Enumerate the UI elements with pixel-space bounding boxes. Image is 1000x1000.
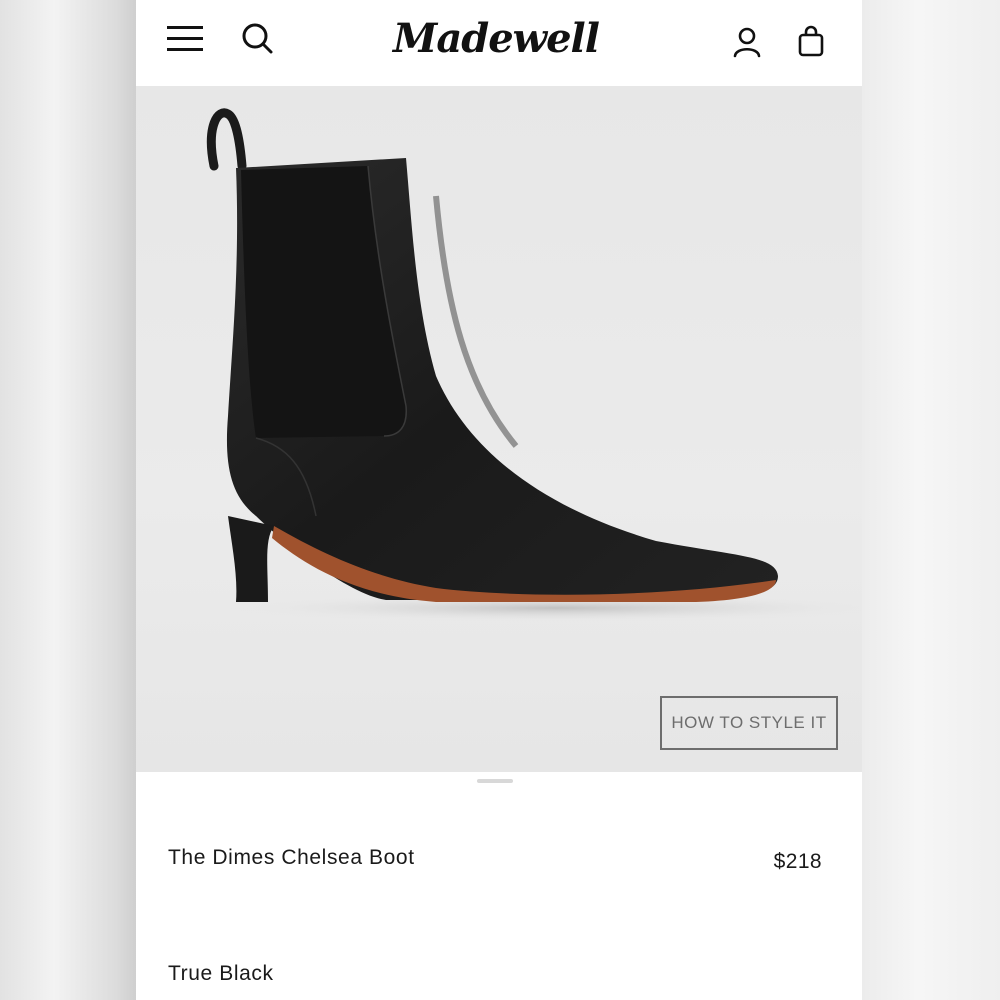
product-price: $218 bbox=[773, 850, 822, 873]
site-header: Madewell bbox=[136, 0, 862, 86]
right-backdrop bbox=[862, 0, 1000, 1000]
how-to-style-it-button[interactable]: HOW TO STYLE IT bbox=[660, 696, 838, 750]
chelsea-boot-image bbox=[206, 108, 862, 622]
left-backdrop bbox=[0, 0, 136, 1000]
product-hero-image[interactable]: HOW TO STYLE IT bbox=[136, 86, 862, 772]
svg-text:Madewell: Madewell bbox=[391, 15, 600, 62]
phone-screen: Madewell HOW TO STYLE IT The Dimes Chels… bbox=[136, 0, 862, 1000]
search-icon[interactable] bbox=[240, 20, 274, 56]
brand-logo-wordmark: Madewell bbox=[391, 15, 601, 62]
hamburger-menu-icon[interactable] bbox=[166, 20, 204, 56]
product-color: True Black bbox=[168, 962, 274, 985]
shopping-bag-icon[interactable] bbox=[796, 24, 826, 58]
carousel-indicator bbox=[477, 779, 513, 783]
brand-logo[interactable]: Madewell bbox=[386, 8, 606, 72]
product-name: The Dimes Chelsea Boot bbox=[168, 846, 415, 869]
account-icon[interactable] bbox=[732, 26, 762, 58]
